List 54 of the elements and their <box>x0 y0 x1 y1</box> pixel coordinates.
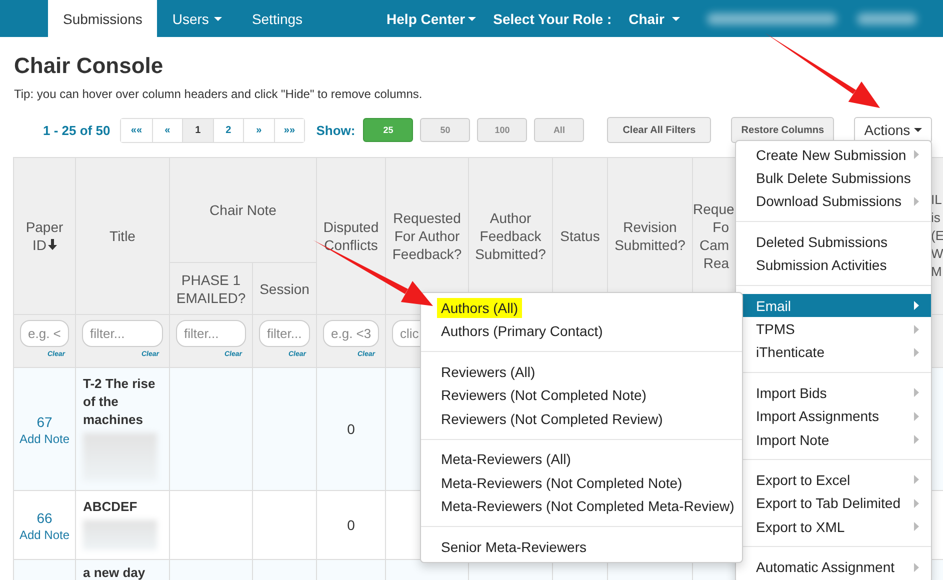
paper-title: ABCDEF <box>83 498 138 516</box>
filter-field[interactable]: filter... <box>176 320 246 347</box>
help-center-menu[interactable]: Help Center <box>380 0 484 37</box>
page-button[interactable]: 1 <box>182 118 213 142</box>
table-cell: 0 <box>316 490 386 560</box>
caret-down-icon <box>468 16 476 20</box>
result-range: 1 - 25 of 50 <box>43 122 110 138</box>
caret-right-icon <box>914 435 919 444</box>
paper-title: T-2 The rise of the machines <box>83 375 156 429</box>
caret-right-icon <box>914 562 919 572</box>
table-cell: 0 <box>316 368 386 490</box>
page-button[interactable]: »» <box>274 118 304 142</box>
nav-tab[interactable]: Submissions <box>48 0 158 37</box>
caret-right-icon <box>914 412 919 421</box>
caret-right-icon <box>914 348 919 357</box>
column-header: Title <box>76 158 170 314</box>
clear-filters-button[interactable]: Clear All Filters <box>607 117 712 143</box>
show-label: Show: <box>316 122 356 138</box>
page-title: Chair Console <box>14 53 164 79</box>
column-header: Session <box>252 262 317 314</box>
sort-down-icon[interactable] <box>48 239 56 250</box>
role-label: Select Your Role : <box>492 10 613 28</box>
nav-tab[interactable]: Settings <box>236 0 318 37</box>
add-note-link[interactable]: Add Note <box>15 432 74 446</box>
paper-id-link[interactable]: 67 <box>21 412 68 432</box>
filter-field[interactable]: filter... <box>259 320 310 347</box>
caret-right-icon <box>914 150 919 160</box>
caret-right-icon <box>914 475 919 484</box>
caret-right-icon <box>914 324 919 334</box>
column-header: Disputed Conflicts <box>316 158 386 314</box>
paper-title: a new day <box>83 564 146 580</box>
caret-right-icon <box>914 301 919 310</box>
caret-down-icon <box>672 16 680 20</box>
caret-right-icon <box>914 388 919 398</box>
filter-field[interactable]: e.g. < <box>20 320 69 347</box>
column-header: PHASE 1 EMAILED? <box>170 262 252 314</box>
caret-right-icon <box>914 522 919 532</box>
caret-down-icon <box>214 16 222 20</box>
filter-field[interactable]: filter... <box>82 320 163 347</box>
caret-right-icon <box>914 196 919 206</box>
role-dropdown[interactable]: Chair <box>622 0 688 37</box>
caret-right-icon <box>914 498 919 508</box>
tip-text: Tip: you can hover over column headers and click "Hide" to remove columns. <box>14 87 424 101</box>
add-note-link[interactable]: Add Note <box>15 528 74 542</box>
menu-item[interactable]: Download Submissions <box>736 190 931 214</box>
filter-field[interactable]: e.g. <3 <box>323 320 380 347</box>
caret-down-icon <box>914 128 922 132</box>
paper-id-link[interactable]: 66 <box>21 508 68 528</box>
column-header: Paper ID <box>14 158 76 314</box>
menu-item[interactable]: Bulk Delete Submissions <box>736 166 931 190</box>
column-group-header: Chair Note <box>170 158 317 262</box>
menu-item[interactable]: Deleted Submissions <box>736 230 931 254</box>
menu-item[interactable]: Submission Activities <box>736 254 931 277</box>
nav-tab[interactable]: Users <box>157 0 237 37</box>
